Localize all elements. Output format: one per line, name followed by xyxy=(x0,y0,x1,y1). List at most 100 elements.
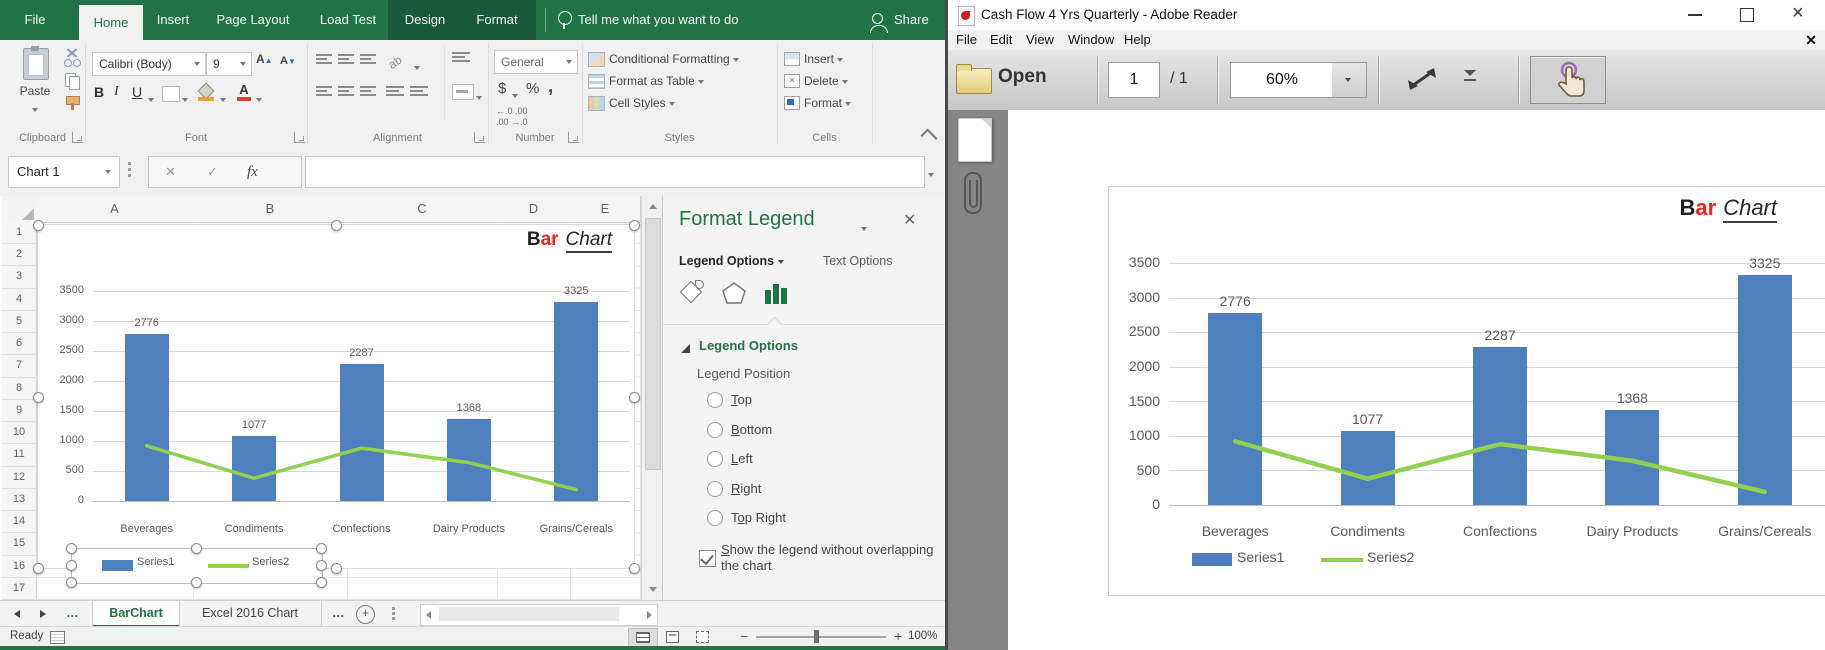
number-format-select[interactable]: General xyxy=(494,50,578,74)
row-header-11[interactable]: 11 xyxy=(2,444,37,466)
tab-file[interactable]: File xyxy=(10,0,60,40)
hscroll-right-arrow[interactable] xyxy=(647,611,652,619)
radio-right[interactable] xyxy=(707,481,723,497)
radio-label-left[interactable]: Left xyxy=(731,451,753,466)
align-middle-button[interactable] xyxy=(338,54,354,66)
menu-view[interactable]: View xyxy=(1026,30,1054,50)
formula-input[interactable] xyxy=(305,156,925,188)
font-color-button[interactable]: A xyxy=(236,82,252,100)
selection-handle[interactable] xyxy=(331,563,342,574)
scroll-down-arrow[interactable] xyxy=(649,587,657,592)
cell-styles-button[interactable]: Cell Styles xyxy=(588,94,675,112)
zoom-level[interactable]: 100% xyxy=(908,630,937,642)
borders-button[interactable] xyxy=(162,86,180,102)
column-header-C[interactable]: C xyxy=(347,196,498,223)
bold-button[interactable]: B xyxy=(94,84,108,104)
selection-handle[interactable] xyxy=(33,220,44,231)
font-dialog-launcher[interactable] xyxy=(294,132,305,143)
bar-grains-cereals[interactable] xyxy=(554,302,598,502)
wrap-text-button[interactable] xyxy=(452,52,470,66)
radio-label-top[interactable]: Top xyxy=(731,392,752,407)
share-button[interactable]: Share xyxy=(872,0,929,40)
row-header-12[interactable]: 12 xyxy=(2,467,37,489)
zoom-in-button[interactable]: + xyxy=(894,628,902,644)
row-header-1[interactable]: 1 xyxy=(2,222,37,244)
menu-window[interactable]: Window xyxy=(1068,30,1114,50)
zoom-dropdown-button[interactable] xyxy=(1332,62,1367,98)
sheet-tab-excel-2016-chart[interactable]: Excel 2016 Chart xyxy=(179,601,322,626)
sheet-ellipsis-right[interactable]: … xyxy=(332,601,345,627)
fill-color-dropdown[interactable] xyxy=(220,92,226,106)
pane-tab-text-options[interactable]: Text Options xyxy=(823,254,892,268)
orientation-button[interactable]: ab xyxy=(386,47,415,74)
delete-cells-button[interactable]: × Delete xyxy=(784,72,848,90)
menu-edit[interactable]: Edit xyxy=(990,30,1012,50)
italic-button[interactable]: I xyxy=(114,84,126,104)
insert-cells-button[interactable]: Insert xyxy=(784,50,843,68)
clipboard-dialog-launcher[interactable] xyxy=(72,132,83,143)
tab-load-test[interactable]: Load Test xyxy=(308,0,388,40)
align-left-button[interactable] xyxy=(316,86,332,98)
sheet-ellipsis-left[interactable]: … xyxy=(66,601,79,627)
selection-handle[interactable] xyxy=(629,563,640,574)
maximize-button[interactable] xyxy=(1740,8,1754,22)
formula-bar-expand-button[interactable] xyxy=(928,166,934,184)
toolbar-more-chevron[interactable] xyxy=(1464,70,1478,90)
overlap-checkbox[interactable] xyxy=(699,550,716,567)
row-header-8[interactable]: 8 xyxy=(2,378,37,400)
prev-sheet-arrow[interactable] xyxy=(14,610,20,618)
excel-chart-object[interactable]: 05001000150020002500300035002776Beverage… xyxy=(37,224,635,569)
select-all-corner[interactable] xyxy=(2,196,37,223)
comma-style-button[interactable]: , xyxy=(548,76,553,98)
row-header-14[interactable]: 14 xyxy=(2,511,37,533)
row-header-3[interactable]: 3 xyxy=(2,266,37,288)
decrease-font-size-button[interactable]: A▼ xyxy=(280,55,300,77)
fill-color-button[interactable] xyxy=(198,84,216,102)
page-thumbnails-panel-button[interactable] xyxy=(958,118,992,162)
section-collapse-triangle[interactable] xyxy=(681,344,690,353)
menu-bar-close-icon[interactable]: ✕ xyxy=(1805,32,1817,49)
borders-dropdown[interactable] xyxy=(182,92,188,106)
font-size-select[interactable]: 9 xyxy=(206,52,252,76)
row-header-10[interactable]: 10 xyxy=(2,422,37,444)
number-dialog-launcher[interactable] xyxy=(568,132,579,143)
align-right-button[interactable] xyxy=(360,86,376,98)
menu-file[interactable]: File xyxy=(956,30,977,50)
accounting-dropdown[interactable] xyxy=(512,88,518,102)
column-header-D[interactable]: D xyxy=(497,196,571,223)
tab-page-layout[interactable]: Page Layout xyxy=(206,0,300,40)
column-header-E[interactable]: E xyxy=(570,196,641,223)
radio-top-right[interactable] xyxy=(707,510,723,526)
align-top-button[interactable] xyxy=(316,54,332,66)
merge-dropdown[interactable] xyxy=(476,90,482,104)
increase-decimal-button[interactable]: ←.0 .00 xyxy=(496,106,528,116)
collapse-ribbon-button[interactable] xyxy=(921,129,938,146)
bar-dairy-products[interactable] xyxy=(447,419,491,501)
increase-indent-button[interactable] xyxy=(410,86,428,98)
tab-home[interactable]: Home xyxy=(79,5,143,40)
percent-style-button[interactable]: % xyxy=(526,80,539,97)
radio-label-top-right[interactable]: Top Right xyxy=(731,510,786,525)
column-header-B[interactable]: B xyxy=(193,196,348,223)
page-break-view-button[interactable] xyxy=(688,628,716,645)
selection-handle[interactable] xyxy=(316,560,327,571)
selection-handle[interactable] xyxy=(316,543,327,554)
radio-label-right[interactable]: Right xyxy=(731,481,761,496)
row-header-16[interactable]: 16 xyxy=(2,556,37,578)
zoom-slider-track[interactable] xyxy=(756,636,886,638)
merge-center-button[interactable] xyxy=(452,84,474,100)
selection-handle[interactable] xyxy=(191,543,202,554)
paste-button[interactable]: Paste xyxy=(8,46,62,126)
sheet-tab-barchart[interactable]: BarChart xyxy=(92,601,180,627)
minimize-button[interactable] xyxy=(1688,14,1702,16)
selection-handle[interactable] xyxy=(66,577,77,588)
row-header-2[interactable]: 2 xyxy=(2,244,37,266)
name-box[interactable]: Chart 1 xyxy=(8,156,120,188)
horizontal-scrollbar[interactable] xyxy=(420,604,658,626)
font-name-select[interactable]: Calibri (Body) xyxy=(92,52,206,76)
format-as-table-button[interactable]: Format as Table xyxy=(588,72,704,90)
align-bottom-button[interactable] xyxy=(360,54,376,66)
row-header-4[interactable]: 4 xyxy=(2,289,37,311)
tab-format[interactable]: Format xyxy=(462,0,532,40)
selection-handle[interactable] xyxy=(316,577,327,588)
